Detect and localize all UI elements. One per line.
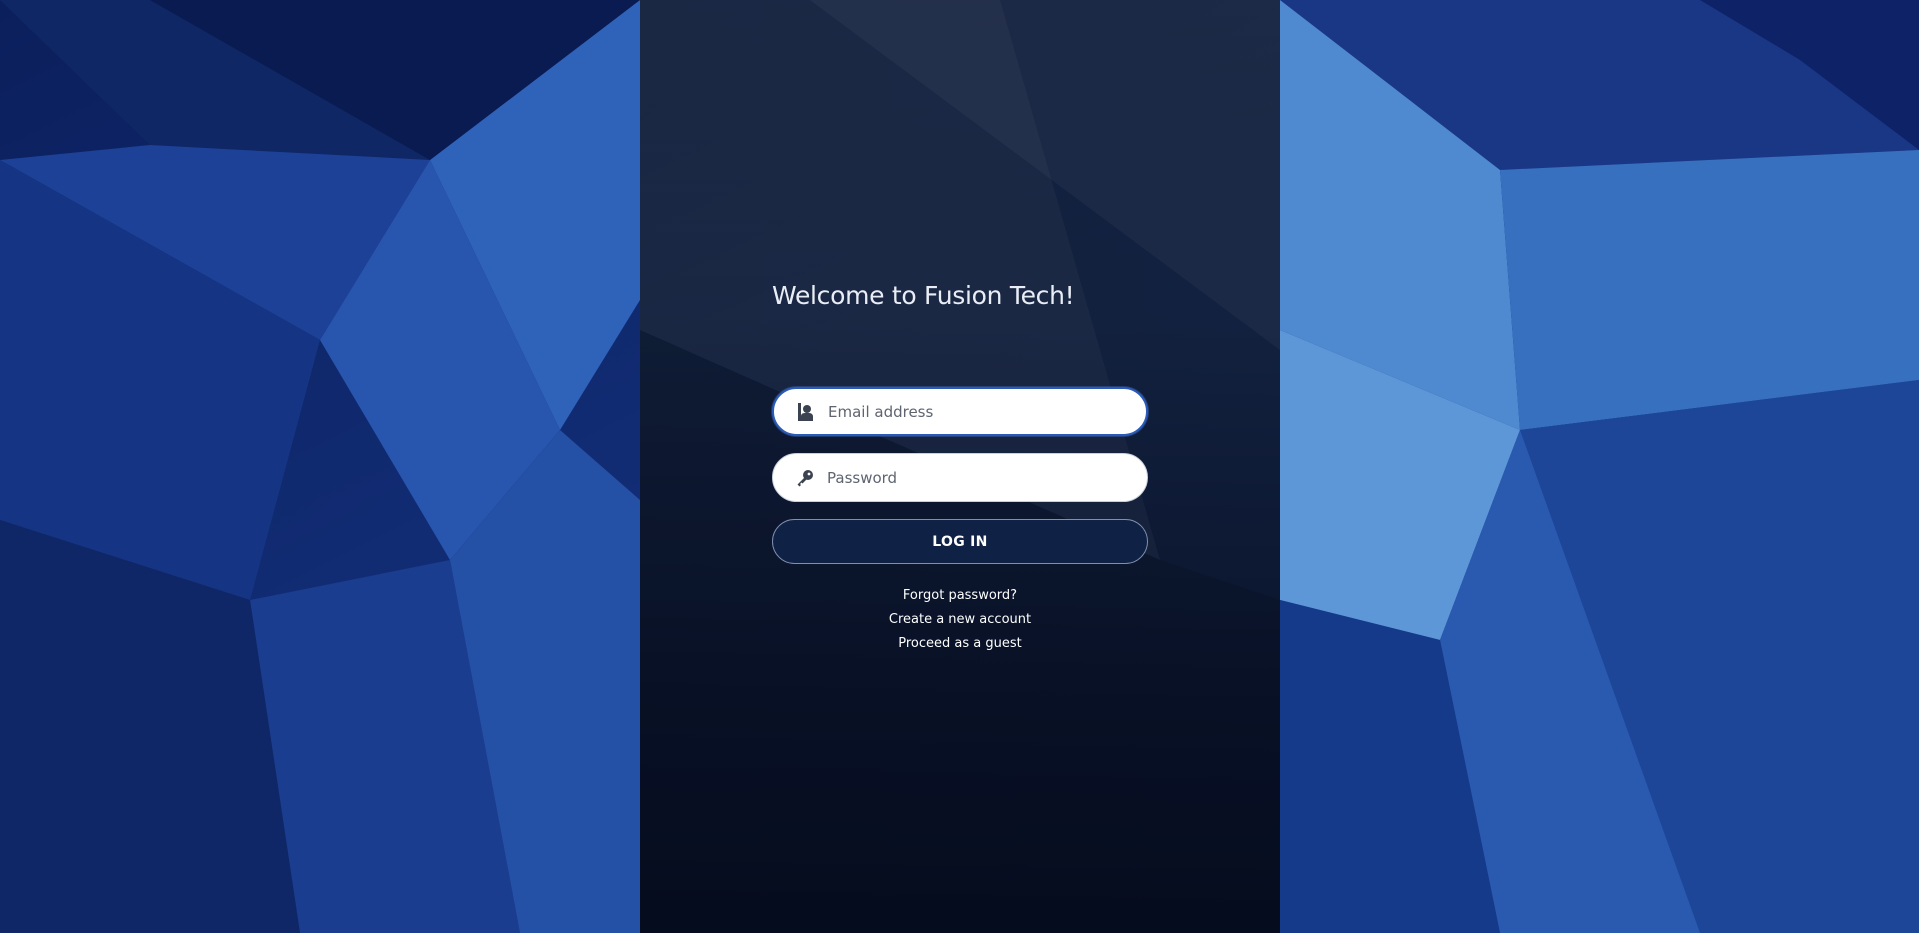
auth-links: Forgot password? Create a new account Pr… (772, 584, 1148, 656)
key-icon (795, 468, 815, 488)
password-field[interactable] (772, 453, 1148, 502)
email-input[interactable] (826, 401, 1130, 422)
email-field[interactable] (772, 387, 1148, 436)
guest-link[interactable]: Proceed as a guest (772, 632, 1148, 656)
forgot-password-link[interactable]: Forgot password? (772, 584, 1148, 608)
create-account-link[interactable]: Create a new account (772, 608, 1148, 632)
login-button[interactable]: LOG IN (772, 519, 1148, 564)
password-input[interactable] (825, 467, 1129, 488)
page-title: Welcome to Fusion Tech! (772, 281, 1075, 310)
user-icon (796, 402, 816, 422)
